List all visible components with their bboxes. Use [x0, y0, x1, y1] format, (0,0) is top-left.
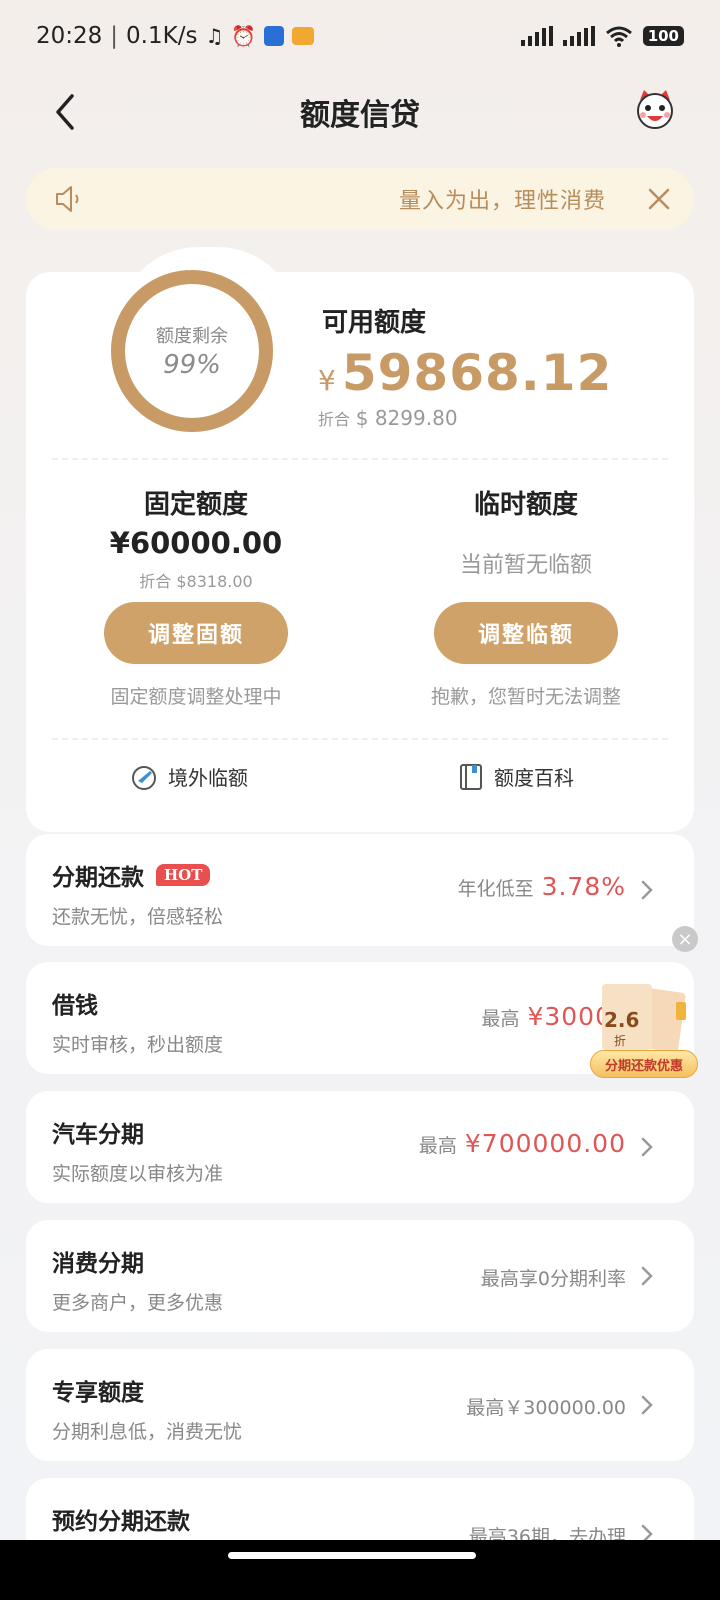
max-value: ¥700000.00: [464, 1129, 626, 1158]
item-title: 分期还款 HOT: [52, 858, 211, 892]
fixed-note: 固定额度调整处理中: [110, 686, 282, 708]
status-time: 20:28: [36, 23, 103, 49]
usd-prefix: 折合: [318, 410, 351, 429]
signal-icon: [562, 26, 595, 46]
item-subtitle: 还款无忧，倍感轻松: [52, 906, 224, 928]
signal-icon: [520, 26, 553, 46]
temp-title: 临时额度: [473, 490, 578, 520]
mascot-icon[interactable]: [632, 86, 678, 132]
item-subtitle: 实时审核，秒出额度: [52, 1034, 224, 1056]
home-indicator[interactable]: [228, 1552, 476, 1559]
overseas-temp-label: 境外临额: [168, 766, 248, 790]
chevron-right-icon: [641, 1137, 653, 1157]
rate-value: 3.78%: [541, 872, 626, 901]
divider: [52, 458, 668, 460]
list-item-car-loan[interactable]: 汽车分期 实际额度以审核为准 最高 ¥700000.00: [26, 1091, 694, 1203]
item-subtitle: 实际额度以审核为准: [52, 1163, 224, 1185]
available-value: 59868.12: [341, 344, 613, 402]
battery-icon: 100: [642, 26, 684, 46]
adjust-temp-button[interactable]: 调整临额: [434, 602, 618, 664]
status-divider: |: [110, 23, 119, 49]
item-title: 汽车分期: [52, 1122, 144, 1148]
ring-percent: 99%: [163, 350, 221, 380]
fixed-title: 固定额度: [143, 490, 248, 520]
cassette-app-icon: [292, 27, 315, 45]
item-title: 专享额度: [52, 1380, 144, 1406]
promo-close-button[interactable]: ×: [672, 926, 698, 952]
promo-discount: 2.6: [604, 1008, 640, 1032]
chevron-right-icon: [641, 880, 653, 900]
promo-badge: 分期还款优惠: [590, 1050, 698, 1078]
chevron-right-icon: [641, 1395, 653, 1415]
credit-wiki-link[interactable]: 额度百科: [458, 762, 574, 791]
item-subtitle: 分期利息低，消费无忧: [52, 1421, 243, 1443]
item-right-text: 最高￥300000.00: [466, 1393, 626, 1420]
promo-float[interactable]: 2.6 折 分期还款优惠: [588, 980, 708, 1080]
available-label: 可用额度: [322, 308, 427, 338]
item-rate: 年化低至 3.78%: [458, 872, 626, 901]
notice-banner: 量入为出，理性消费: [26, 168, 694, 230]
speaker-icon: [56, 186, 79, 212]
max-label: 最高: [418, 1135, 457, 1157]
list-item-installment-repay[interactable]: 分期还款 HOT 还款无忧，倍感轻松 年化低至 3.78%: [26, 834, 694, 946]
page-title: 额度信贷: [300, 98, 420, 133]
hot-badge: HOT: [156, 864, 211, 886]
item-title: 消费分期: [52, 1251, 144, 1277]
overseas-temp-link[interactable]: 境外临额: [130, 762, 248, 791]
list-item-exclusive-credit[interactable]: 专享额度 分期利息低，消费无忧 最高￥300000.00: [26, 1349, 694, 1461]
plane-globe-icon: [132, 765, 156, 790]
nav-bar: 额度信贷: [0, 72, 720, 152]
network-speed: 0.1K/s: [126, 23, 198, 49]
shield-app-icon: [264, 26, 285, 46]
item-title: 借钱: [52, 993, 98, 1019]
currency-symbol: ¥: [318, 364, 336, 397]
available-amount: ¥ 59868.12: [318, 344, 612, 402]
right-text: 最高享0分期利率: [480, 1268, 626, 1290]
adjust-fixed-button[interactable]: 调整固额: [104, 602, 288, 664]
close-icon[interactable]: [644, 184, 674, 214]
temp-note: 抱歉，您暂时无法调整: [430, 686, 621, 708]
status-bar: 20:28 | 0.1K/s ♫ ⏰ 100: [0, 0, 720, 72]
ring-label: 额度剩余: [156, 326, 228, 347]
usd-value: $ 8299.80: [355, 406, 458, 430]
credit-card: 额度剩余 99% 可用额度 ¥ 59868.12 折合 $ 8299.80 固定…: [26, 247, 694, 832]
divider: [52, 738, 668, 740]
item-title: 预约分期还款: [52, 1509, 190, 1535]
available-usd: 折合 $ 8299.80: [318, 406, 458, 430]
fixed-usd: 折合 $8318.00: [139, 572, 253, 591]
music-note-icon: ♫: [205, 24, 224, 48]
fixed-amount: ¥60000.00: [109, 526, 283, 560]
item-right-text: 最高享0分期利率: [481, 1264, 626, 1291]
back-chevron-icon[interactable]: [46, 90, 86, 134]
wifi-icon: [605, 26, 632, 47]
list-item-consumer-installment[interactable]: 消费分期 更多商户，更多优惠 最高享0分期利率: [26, 1220, 694, 1332]
temp-status: 当前暂无临额: [459, 553, 592, 578]
item-title-text: 分期还款: [52, 865, 144, 891]
home-indicator-area: [0, 1540, 720, 1600]
notice-text: 量入为出，理性消费: [398, 189, 606, 214]
item-subtitle: 更多商户，更多优惠: [52, 1292, 224, 1314]
alarm-icon: ⏰: [231, 24, 257, 48]
item-max: 最高 ¥700000.00: [419, 1129, 626, 1158]
promo-unit: 折: [614, 1034, 627, 1048]
book-icon: [460, 763, 482, 790]
right-text: 最高￥300000.00: [466, 1397, 626, 1419]
max-label: 最高: [481, 1008, 520, 1030]
credit-wiki-label: 额度百科: [494, 766, 574, 790]
rate-label: 年化低至: [457, 878, 534, 900]
chevron-right-icon: [641, 1266, 653, 1286]
